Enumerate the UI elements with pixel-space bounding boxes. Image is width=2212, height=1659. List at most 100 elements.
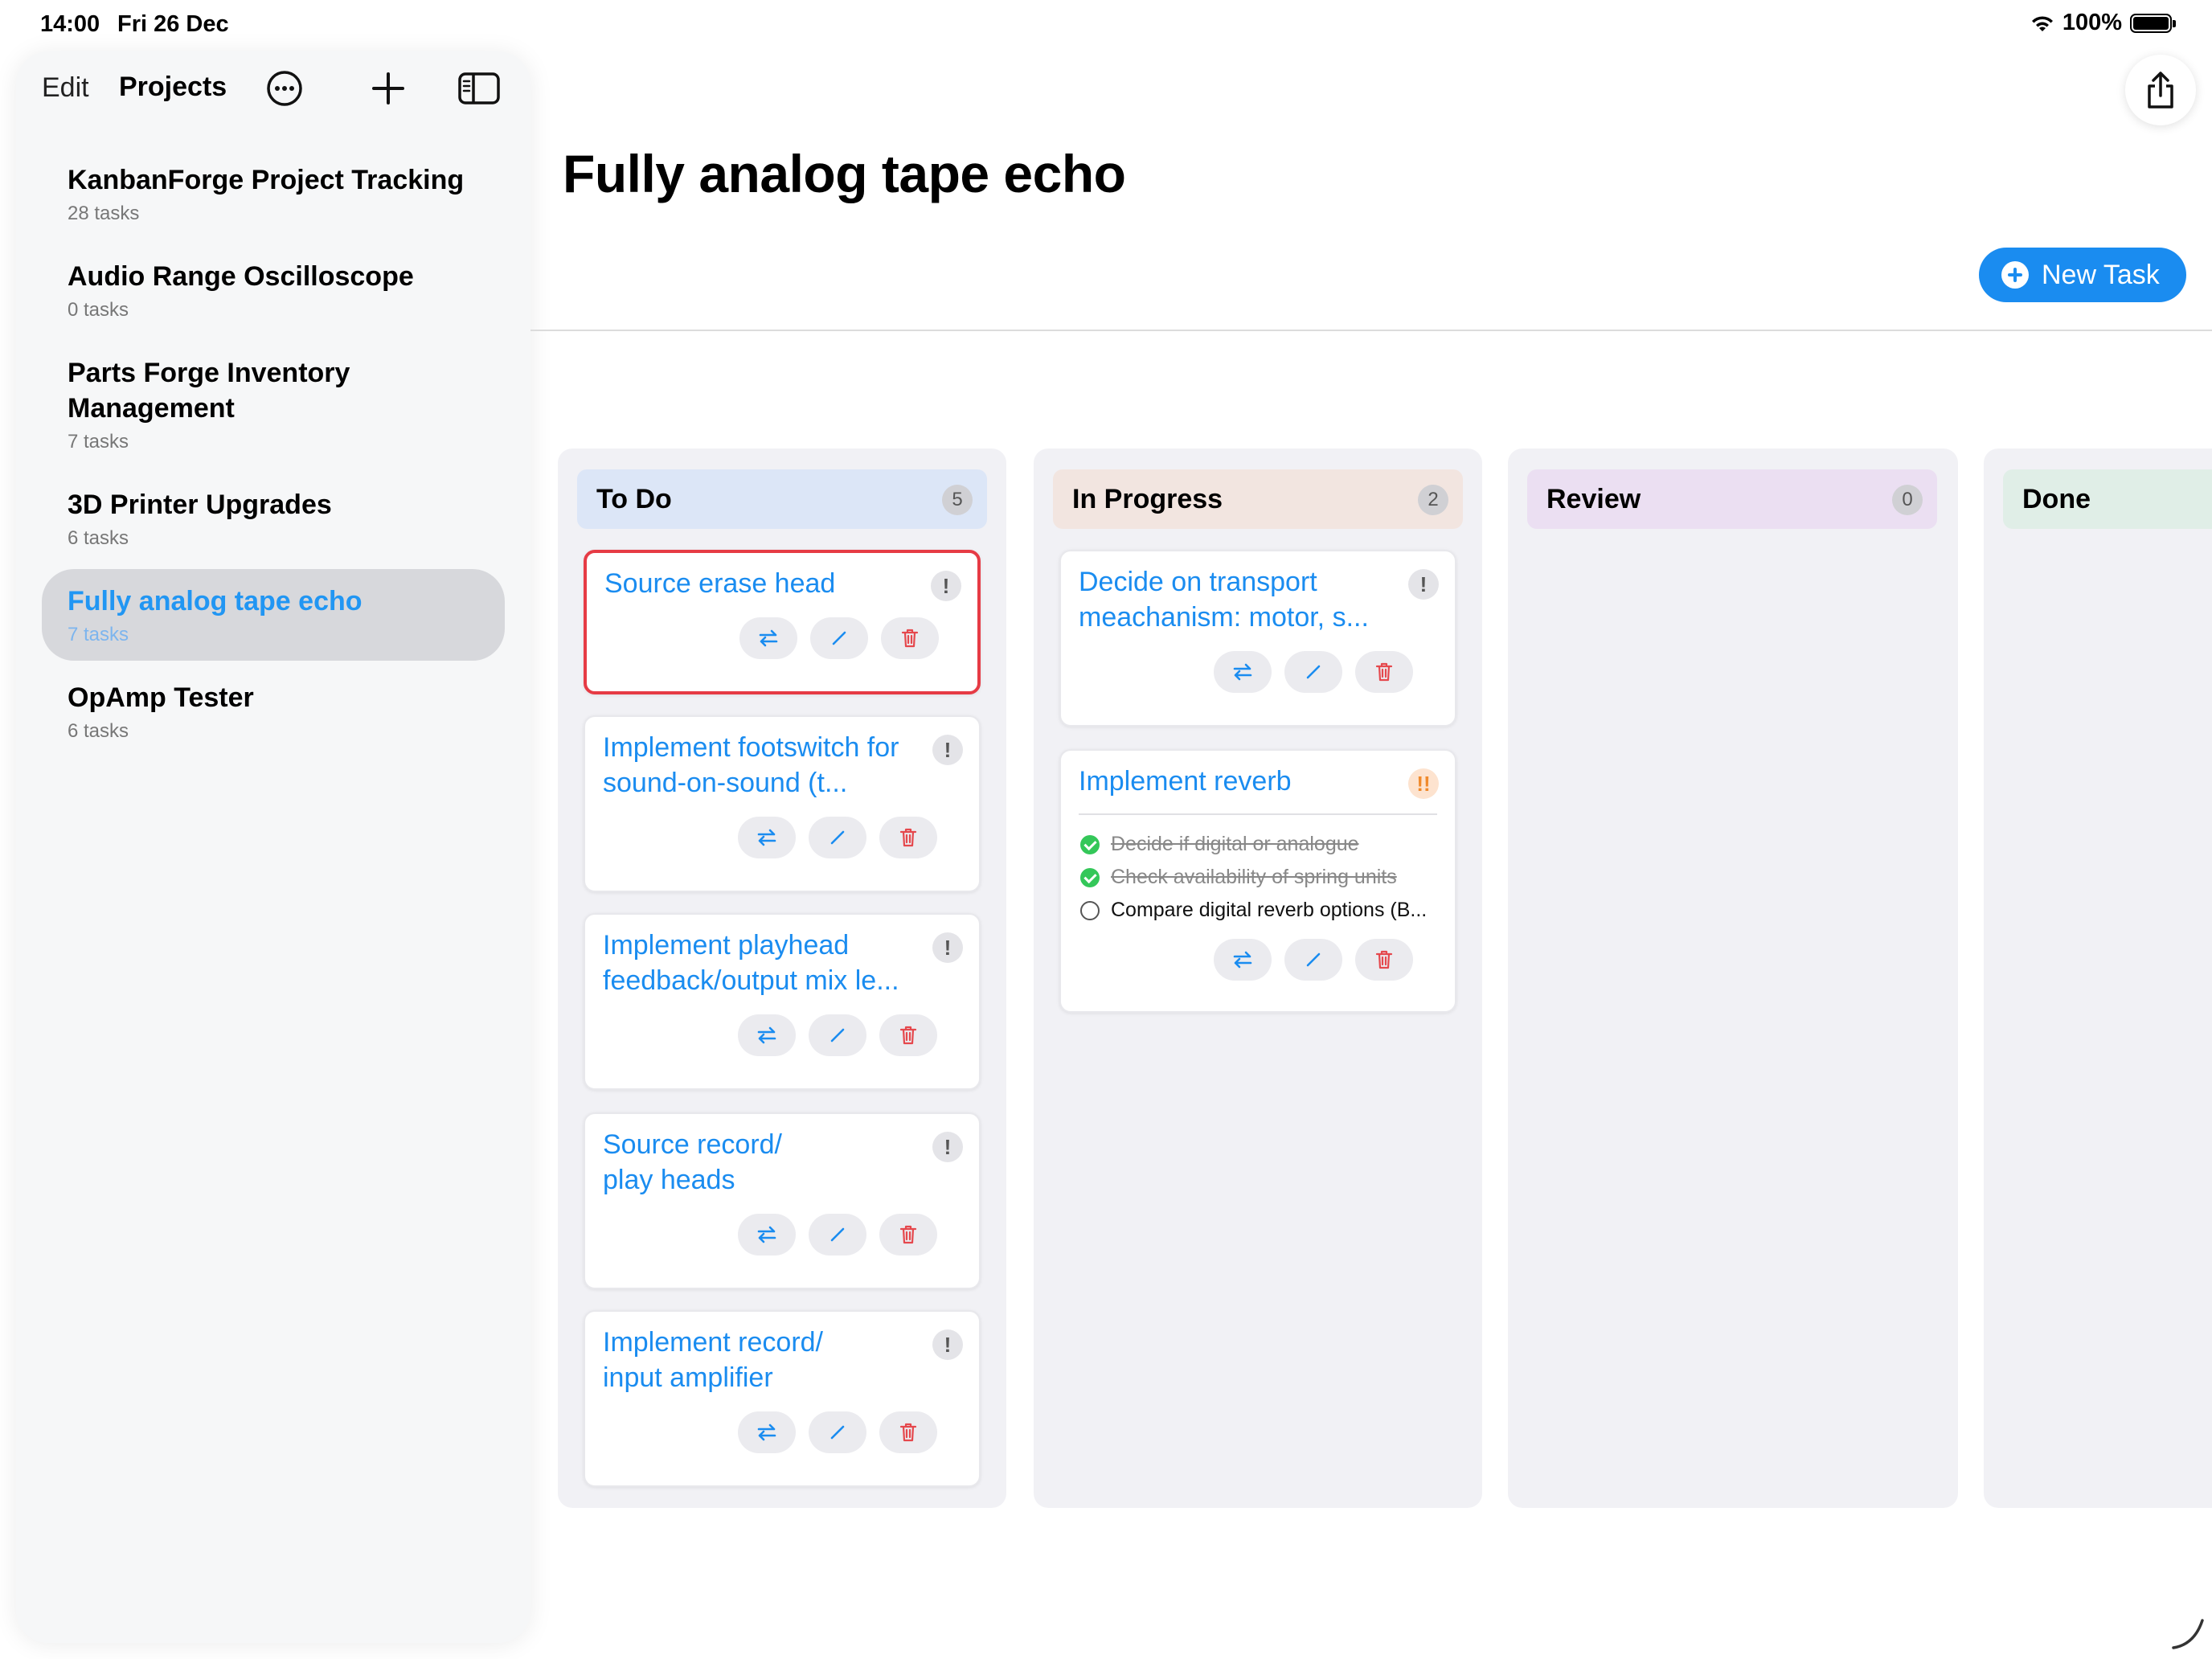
move-arrows-icon	[757, 829, 776, 846]
project-item[interactable]: OpAmp Tester 6 tasks	[42, 666, 505, 757]
task-card[interactable]: Implement record/ input amplifier !	[584, 1310, 981, 1487]
move-button[interactable]	[1214, 939, 1272, 981]
pencil-icon	[830, 1227, 845, 1242]
project-task-count: 6 tasks	[68, 527, 129, 549]
card-divider	[1079, 813, 1437, 815]
task-title: Source record/ play heads	[603, 1129, 782, 1195]
move-button[interactable]	[738, 1411, 796, 1453]
share-button[interactable]	[2125, 55, 2196, 125]
priority-badge: !	[932, 932, 963, 963]
pencil-icon	[1306, 952, 1321, 967]
column-count-badge: 0	[1892, 485, 1923, 515]
edit-button[interactable]	[809, 817, 866, 858]
trash-icon	[899, 828, 917, 847]
column-count-badge: 2	[1418, 485, 1448, 515]
checkmark-circle-icon[interactable]	[1080, 834, 1100, 854]
delete-button[interactable]	[879, 1014, 937, 1056]
column-todo: To Do 5 Source erase head ! Implement fo…	[558, 449, 1006, 1508]
sidebar-toggle-icon[interactable]	[457, 66, 502, 111]
project-item[interactable]: Audio Range Oscilloscope 0 tasks	[42, 244, 505, 336]
card-actions	[739, 617, 939, 659]
move-button[interactable]	[739, 617, 797, 659]
status-date: Fri 26 Dec	[117, 11, 229, 37]
project-task-count: 7 tasks	[68, 624, 129, 645]
add-icon[interactable]	[366, 66, 411, 111]
task-card[interactable]: Decide on transport meachanism: motor, s…	[1059, 550, 1456, 727]
task-card[interactable]: Implement playhead feedback/output mix l…	[584, 913, 981, 1090]
delete-button[interactable]	[879, 1411, 937, 1453]
page-title: Fully analog tape echo	[563, 144, 1126, 203]
column-title: To Do	[596, 483, 672, 514]
move-button[interactable]	[738, 1014, 796, 1056]
task-title: Implement footswitch for sound-on-sound …	[603, 732, 899, 798]
task-card[interactable]: Implement reverb !! Decide if digital or…	[1059, 749, 1456, 1013]
project-item[interactable]: KanbanForge Project Tracking 28 tasks	[42, 148, 505, 240]
column-done: Done	[1984, 449, 2212, 1508]
priority-badge: !	[931, 571, 961, 601]
edit-button[interactable]	[1284, 651, 1342, 693]
column-header: Done	[2003, 469, 2212, 529]
delete-button[interactable]	[1355, 651, 1413, 693]
status-bar: 14:00 Fri 26 Dec 100%	[0, 0, 2212, 51]
project-name: OpAmp Tester	[68, 682, 254, 713]
card-actions	[738, 817, 937, 858]
column-count-badge: 5	[942, 485, 973, 515]
new-task-button[interactable]: New Task	[1979, 248, 2186, 302]
delete-button[interactable]	[1355, 939, 1413, 981]
column-header: To Do 5	[577, 469, 987, 529]
more-icon[interactable]	[262, 66, 307, 111]
task-title: Decide on transport meachanism: motor, s…	[1079, 567, 1369, 633]
edit-button[interactable]	[809, 1411, 866, 1453]
column-title: Review	[1546, 483, 1641, 514]
subtask-item[interactable]: Decide if digital or analogue	[1080, 833, 1442, 856]
new-task-label: New Task	[2042, 259, 2160, 290]
project-name: Parts Forge Inventory Management	[68, 358, 350, 424]
project-item[interactable]: 3D Printer Upgrades 6 tasks	[42, 473, 505, 564]
priority-badge: !	[932, 1132, 963, 1162]
card-actions	[1214, 939, 1413, 981]
task-title: Implement record/ input amplifier	[603, 1327, 823, 1393]
move-arrows-icon	[759, 629, 778, 647]
task-card[interactable]: Source erase head !	[584, 550, 981, 694]
task-card[interactable]: Implement footswitch for sound-on-sound …	[584, 715, 981, 892]
checkmark-circle-icon[interactable]	[1080, 867, 1100, 887]
task-title: Implement playhead feedback/output mix l…	[603, 930, 899, 996]
edit-button[interactable]: Edit	[42, 72, 89, 104]
trash-icon	[901, 629, 919, 648]
task-card[interactable]: Source record/ play heads !	[584, 1112, 981, 1289]
edit-button[interactable]	[1284, 939, 1342, 981]
header-divider	[530, 330, 2212, 331]
pencil-icon	[830, 1028, 845, 1043]
status-indicators: 100%	[2030, 10, 2176, 36]
subtask-label: Check availability of spring units	[1111, 866, 1397, 888]
move-button[interactable]	[1214, 651, 1272, 693]
move-button[interactable]	[738, 1214, 796, 1256]
move-button[interactable]	[738, 817, 796, 858]
column-title: Done	[2022, 483, 2091, 514]
column-review: Review 0	[1508, 449, 1958, 1508]
column-title: In Progress	[1072, 483, 1223, 514]
edit-button[interactable]	[809, 1014, 866, 1056]
edit-button[interactable]	[809, 1214, 866, 1256]
column-in-progress: In Progress 2 Decide on transport meacha…	[1034, 449, 1482, 1508]
delete-button[interactable]	[879, 817, 937, 858]
card-actions	[738, 1214, 937, 1256]
move-arrows-icon	[1233, 951, 1252, 969]
pencil-icon	[832, 631, 846, 645]
priority-badge-high: !!	[1408, 768, 1439, 799]
subtask-item[interactable]: Check availability of spring units	[1080, 866, 1442, 889]
edit-button[interactable]	[810, 617, 868, 659]
card-actions	[738, 1411, 937, 1453]
empty-circle-icon[interactable]	[1080, 900, 1100, 920]
delete-button[interactable]	[881, 617, 939, 659]
pencil-icon	[830, 830, 845, 845]
project-item[interactable]: Parts Forge Inventory Management 7 tasks	[42, 341, 505, 468]
add-circle-icon	[2001, 261, 2029, 289]
status-time: 14:00	[40, 11, 100, 37]
resize-handle-icon[interactable]	[2170, 1616, 2206, 1651]
project-item-selected[interactable]: Fully analog tape echo 7 tasks	[42, 569, 505, 661]
subtask-item[interactable]: Compare digital reverb options (B...	[1080, 899, 1442, 922]
priority-badge: !	[1408, 569, 1439, 600]
delete-button[interactable]	[879, 1214, 937, 1256]
subtask-label: Decide if digital or analogue	[1111, 833, 1359, 855]
